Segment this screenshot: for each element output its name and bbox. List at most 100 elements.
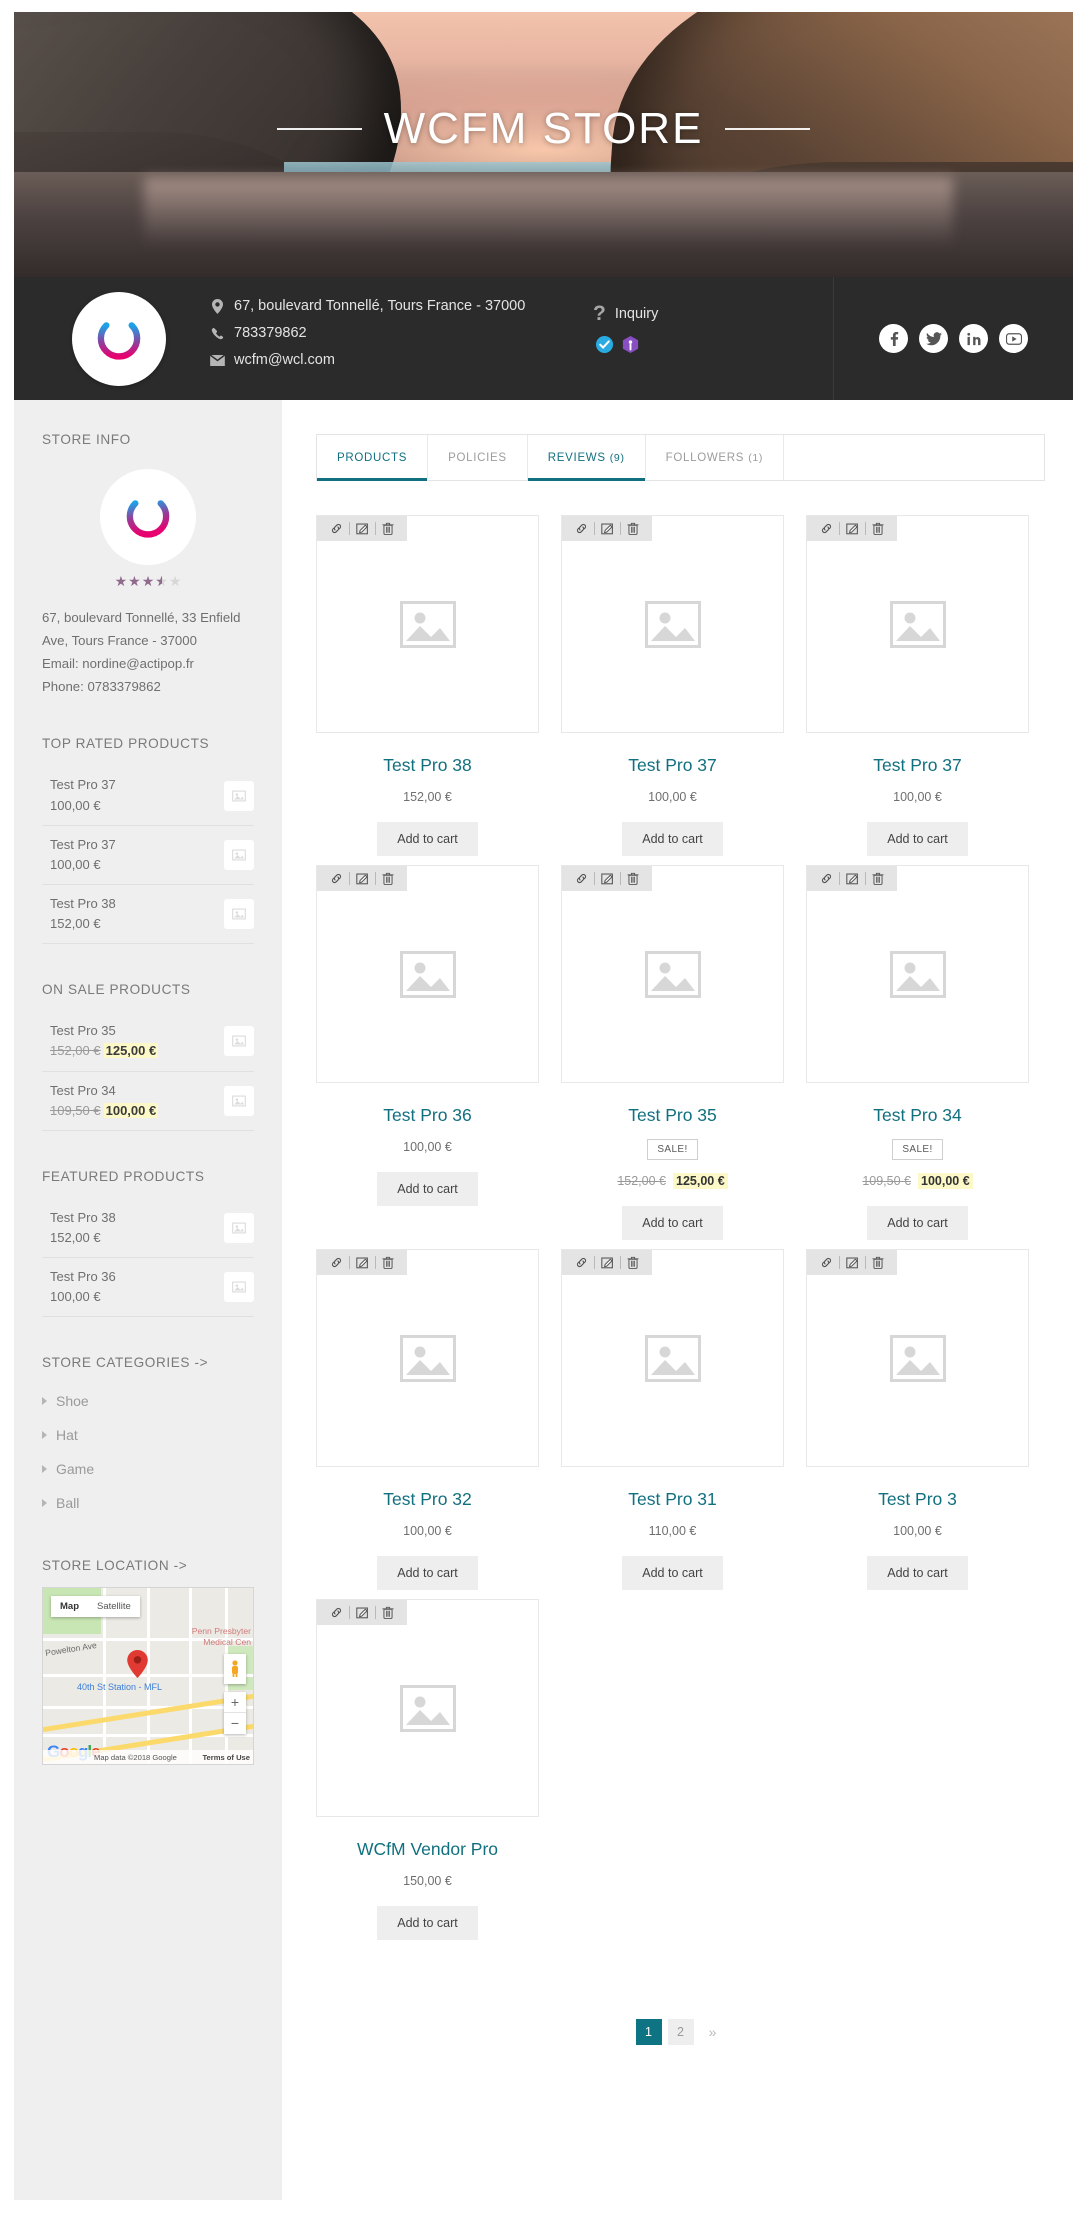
address-line-1: 67, boulevard Tonnellé, 33 Enfield <box>42 606 254 629</box>
trash-icon[interactable] <box>376 1606 400 1619</box>
link-icon[interactable] <box>324 522 349 535</box>
product-title-link[interactable]: Test Pro 31 <box>561 1489 784 1510</box>
product-title-link[interactable]: Test Pro 3 <box>806 1489 1029 1510</box>
link-icon[interactable] <box>814 522 839 535</box>
add-to-cart-button[interactable]: Add to cart <box>622 1206 722 1240</box>
star-4: ★ <box>155 573 168 590</box>
tab-policies[interactable]: POLICIES <box>428 435 528 480</box>
tab-followers[interactable]: FOLLOWERS (1) <box>646 435 784 480</box>
link-icon[interactable] <box>324 872 349 885</box>
add-to-cart-button[interactable]: Add to cart <box>622 822 722 856</box>
edit-icon[interactable] <box>595 872 620 885</box>
trash-icon[interactable] <box>866 1256 890 1269</box>
add-to-cart-button[interactable]: Add to cart <box>377 1906 477 1940</box>
add-to-cart-button[interactable]: Add to cart <box>867 822 967 856</box>
link-icon[interactable] <box>324 1606 349 1619</box>
star-1: ★ <box>115 573 128 590</box>
product-title-link[interactable]: Test Pro 38 <box>316 755 539 776</box>
list-item[interactable]: Test Pro 36 100,00 € <box>42 1258 254 1317</box>
product-image[interactable] <box>316 1599 539 1817</box>
list-item[interactable]: Test Pro 37 100,00 € <box>42 765 254 825</box>
trash-icon[interactable] <box>866 872 890 885</box>
product-image[interactable] <box>316 865 539 1083</box>
page-button-1[interactable]: 1 <box>636 2019 662 2045</box>
inquiry-button[interactable]: ? Inquiry <box>593 303 833 324</box>
add-to-cart-button[interactable]: Add to cart <box>377 1556 477 1590</box>
tab-reviews[interactable]: REVIEWS (9) <box>528 435 646 480</box>
trash-icon[interactable] <box>621 1256 645 1269</box>
facebook-link[interactable] <box>879 324 908 353</box>
inquiry-block: ? Inquiry <box>593 277 833 400</box>
edit-icon[interactable] <box>350 1606 375 1619</box>
product-image[interactable] <box>806 515 1029 733</box>
map-type-map[interactable]: Map <box>51 1596 88 1617</box>
map-type-satellite[interactable]: Satellite <box>88 1596 140 1617</box>
image-placeholder-icon <box>400 951 456 998</box>
trash-icon[interactable] <box>376 1256 400 1269</box>
product-thumbnail <box>224 840 254 870</box>
link-icon[interactable] <box>324 1256 349 1269</box>
product-title-link[interactable]: Test Pro 34 <box>806 1105 1029 1126</box>
add-to-cart-button[interactable]: Add to cart <box>377 1172 477 1206</box>
edit-icon[interactable] <box>595 522 620 535</box>
list-item[interactable]: Test Pro 38 152,00 € <box>42 1198 254 1258</box>
sidebar-item-game[interactable]: Game <box>42 1452 254 1486</box>
list-item[interactable]: Test Pro 35 152,00 €125,00 € <box>42 1011 254 1071</box>
sidebar-item-shoe[interactable]: Shoe <box>42 1384 254 1418</box>
link-icon[interactable] <box>814 872 839 885</box>
store-location-map[interactable]: Map Satellite Powelton Ave Penn Presbyte… <box>42 1587 254 1765</box>
product-image[interactable] <box>806 1249 1029 1467</box>
list-item[interactable]: Test Pro 37 100,00 € <box>42 826 254 885</box>
map-type-toggle[interactable]: Map Satellite <box>51 1596 140 1617</box>
add-to-cart-button[interactable]: Add to cart <box>622 1556 722 1590</box>
link-icon[interactable] <box>569 872 594 885</box>
twitter-link[interactable] <box>919 324 948 353</box>
link-icon[interactable] <box>814 1256 839 1269</box>
street-view-pegman[interactable] <box>224 1654 246 1684</box>
product-title-link[interactable]: WCfM Vendor Pro <box>316 1839 539 1860</box>
tab-products[interactable]: PRODUCTS <box>317 435 428 480</box>
map-zoom-controls[interactable]: + − <box>224 1692 246 1734</box>
top-rated-list: Test Pro 37 100,00 € Test Pro 37 100,00 … <box>42 765 254 944</box>
add-to-cart-button[interactable]: Add to cart <box>377 822 477 856</box>
trash-icon[interactable] <box>621 872 645 885</box>
trash-icon[interactable] <box>866 522 890 535</box>
map-zoom-out-button[interactable]: − <box>224 1713 246 1734</box>
product-image[interactable] <box>316 1249 539 1467</box>
product-image[interactable] <box>561 1249 784 1467</box>
add-to-cart-button[interactable]: Add to cart <box>867 1206 967 1240</box>
trash-icon[interactable] <box>376 522 400 535</box>
add-to-cart-button[interactable]: Add to cart <box>867 1556 967 1590</box>
edit-icon[interactable] <box>840 522 865 535</box>
edit-icon[interactable] <box>350 522 375 535</box>
product-title-link[interactable]: Test Pro 35 <box>561 1105 784 1126</box>
trash-icon[interactable] <box>376 872 400 885</box>
product-title-link[interactable]: Test Pro 36 <box>316 1105 539 1126</box>
trash-icon[interactable] <box>621 522 645 535</box>
edit-icon[interactable] <box>840 1256 865 1269</box>
map-zoom-in-button[interactable]: + <box>224 1692 246 1713</box>
product-image[interactable] <box>561 865 784 1083</box>
list-item[interactable]: Test Pro 38 152,00 € <box>42 885 254 944</box>
youtube-link[interactable] <box>999 324 1028 353</box>
product-title-link[interactable]: Test Pro 37 <box>561 755 784 776</box>
edit-icon[interactable] <box>350 872 375 885</box>
edit-icon[interactable] <box>840 872 865 885</box>
product-image[interactable] <box>806 865 1029 1083</box>
edit-icon[interactable] <box>595 1256 620 1269</box>
link-icon[interactable] <box>569 1256 594 1269</box>
link-icon[interactable] <box>569 522 594 535</box>
product-image[interactable] <box>561 515 784 733</box>
product-title-link[interactable]: Test Pro 32 <box>316 1489 539 1510</box>
linkedin-link[interactable] <box>959 324 988 353</box>
product-actions-toolbar <box>562 866 652 891</box>
map-terms-of-use-link[interactable]: Terms of Use <box>202 1753 250 1762</box>
product-title-link[interactable]: Test Pro 37 <box>806 755 1029 776</box>
sidebar-item-hat[interactable]: Hat <box>42 1418 254 1452</box>
product-image[interactable] <box>316 515 539 733</box>
edit-icon[interactable] <box>350 1256 375 1269</box>
next-page-button[interactable]: » <box>700 2019 726 2045</box>
page-button-2[interactable]: 2 <box>668 2019 694 2045</box>
list-item[interactable]: Test Pro 34 109,50 €100,00 € <box>42 1072 254 1131</box>
sidebar-item-ball[interactable]: Ball <box>42 1486 254 1520</box>
